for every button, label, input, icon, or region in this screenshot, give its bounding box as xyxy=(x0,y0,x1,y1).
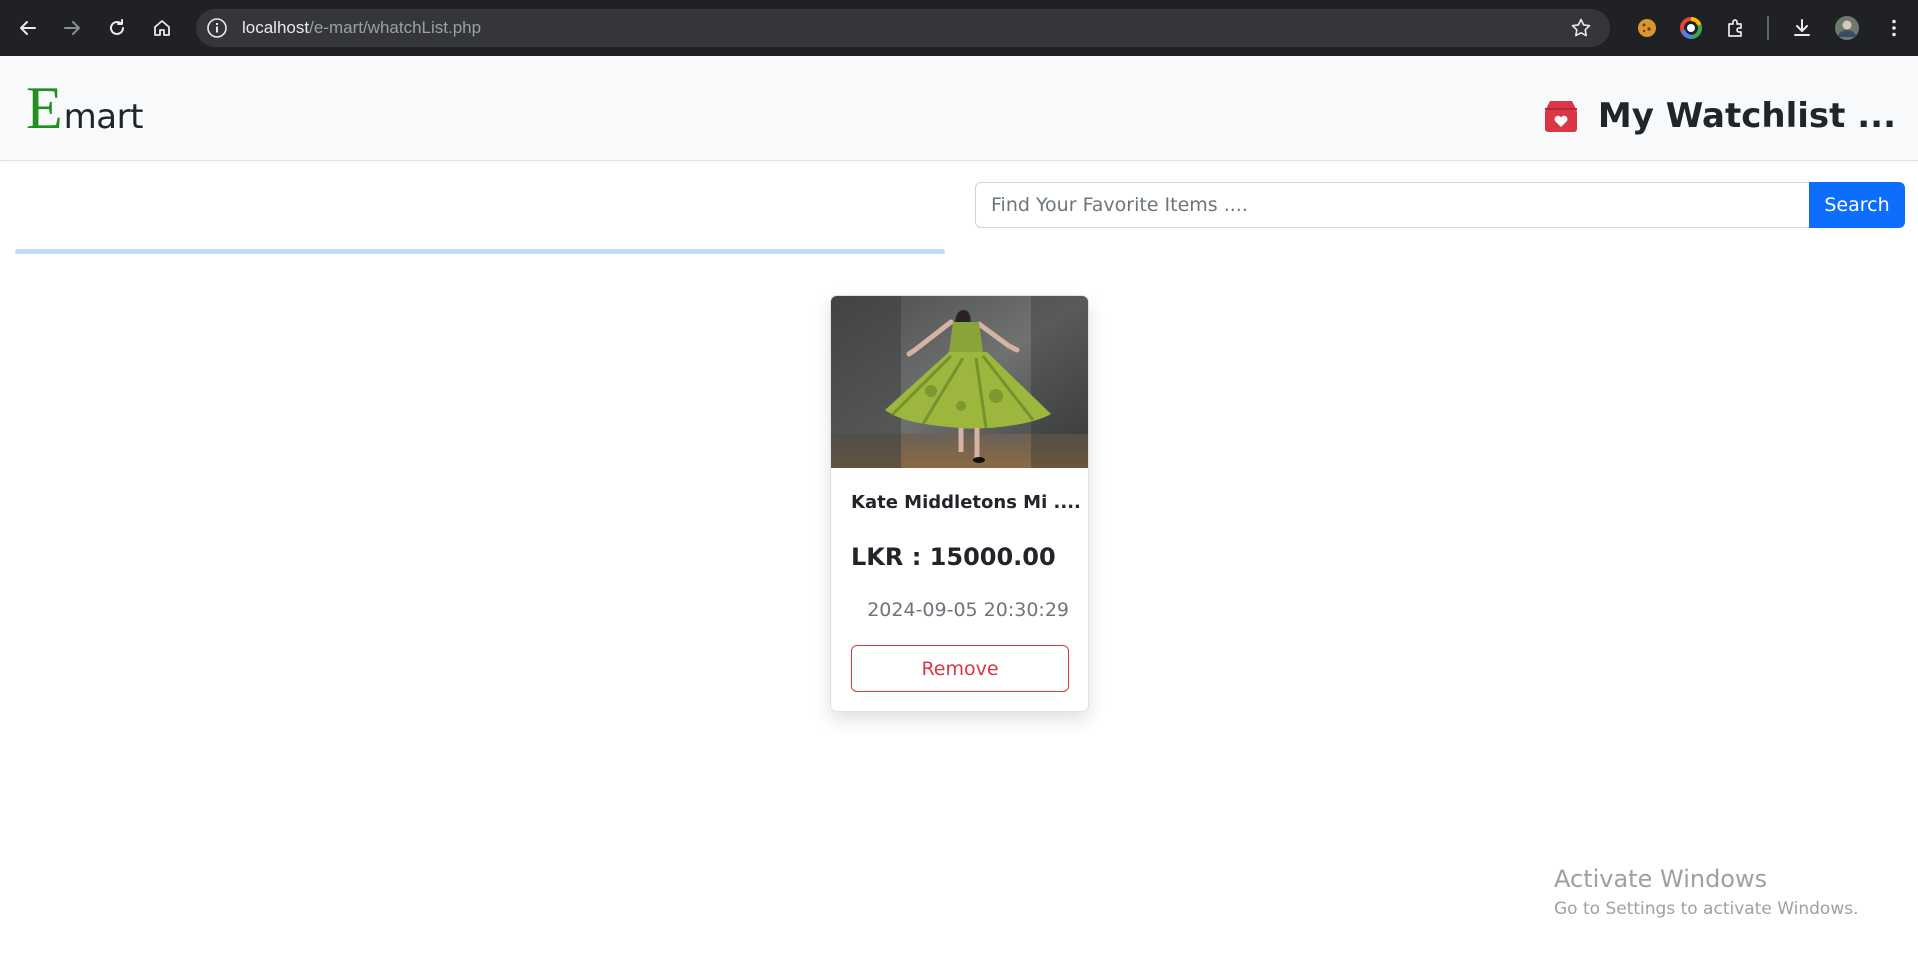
url-text[interactable]: localhost/e-mart/whatchList.php xyxy=(242,18,481,38)
watchlist-heading: My Watchlist ... xyxy=(1542,96,1896,136)
profile-avatar-icon[interactable] xyxy=(1833,14,1861,42)
forward-icon[interactable] xyxy=(58,14,86,42)
browser-menu-icon[interactable] xyxy=(1880,14,1908,42)
product-name[interactable]: Kate Middletons Mi .... xyxy=(851,492,1081,513)
site-navbar: E mart My Watchlist ... xyxy=(0,56,1918,161)
heart-box-icon xyxy=(1544,101,1577,132)
search-bar: Search xyxy=(975,182,1905,228)
reload-icon[interactable] xyxy=(103,14,131,42)
address-bar[interactable]: localhost/e-mart/whatchList.php xyxy=(196,9,1610,47)
watermark-title: Activate Windows xyxy=(1554,865,1768,893)
product-image[interactable] xyxy=(831,296,1089,468)
browser-toolbar: localhost/e-mart/whatchList.php xyxy=(0,0,1918,56)
watermark-subtitle: Go to Settings to activate Windows. xyxy=(1554,899,1859,919)
watchlist-item-card: Kate Middletons Mi .... LKR : 15000.00 2… xyxy=(830,295,1089,712)
product-price: LKR : 15000.00 xyxy=(851,543,1056,571)
back-icon[interactable] xyxy=(14,14,42,42)
bookmark-star-icon[interactable] xyxy=(1570,17,1592,39)
home-icon[interactable] xyxy=(148,14,176,42)
extensions-puzzle-icon[interactable] xyxy=(1722,14,1750,42)
brand-logo[interactable]: E mart xyxy=(26,78,143,138)
windows-activation-watermark: Activate Windows Go to Settings to activ… xyxy=(1554,864,1859,920)
download-icon[interactable] xyxy=(1788,14,1816,42)
divider-line xyxy=(15,249,945,254)
brand-initial: E xyxy=(26,75,63,141)
page-title: My Watchlist ... xyxy=(1597,96,1896,136)
brand-name: mart xyxy=(63,97,144,137)
remove-button[interactable]: Remove xyxy=(851,645,1069,692)
color-extension-icon[interactable] xyxy=(1677,14,1705,42)
added-date: 2024-09-05 20:30:29 xyxy=(867,599,1069,621)
search-button[interactable]: Search xyxy=(1809,182,1905,228)
site-info-icon[interactable] xyxy=(206,17,228,39)
cookie-extension-icon[interactable] xyxy=(1633,14,1661,42)
search-input[interactable] xyxy=(975,182,1809,228)
toolbar-separator xyxy=(1767,16,1769,40)
